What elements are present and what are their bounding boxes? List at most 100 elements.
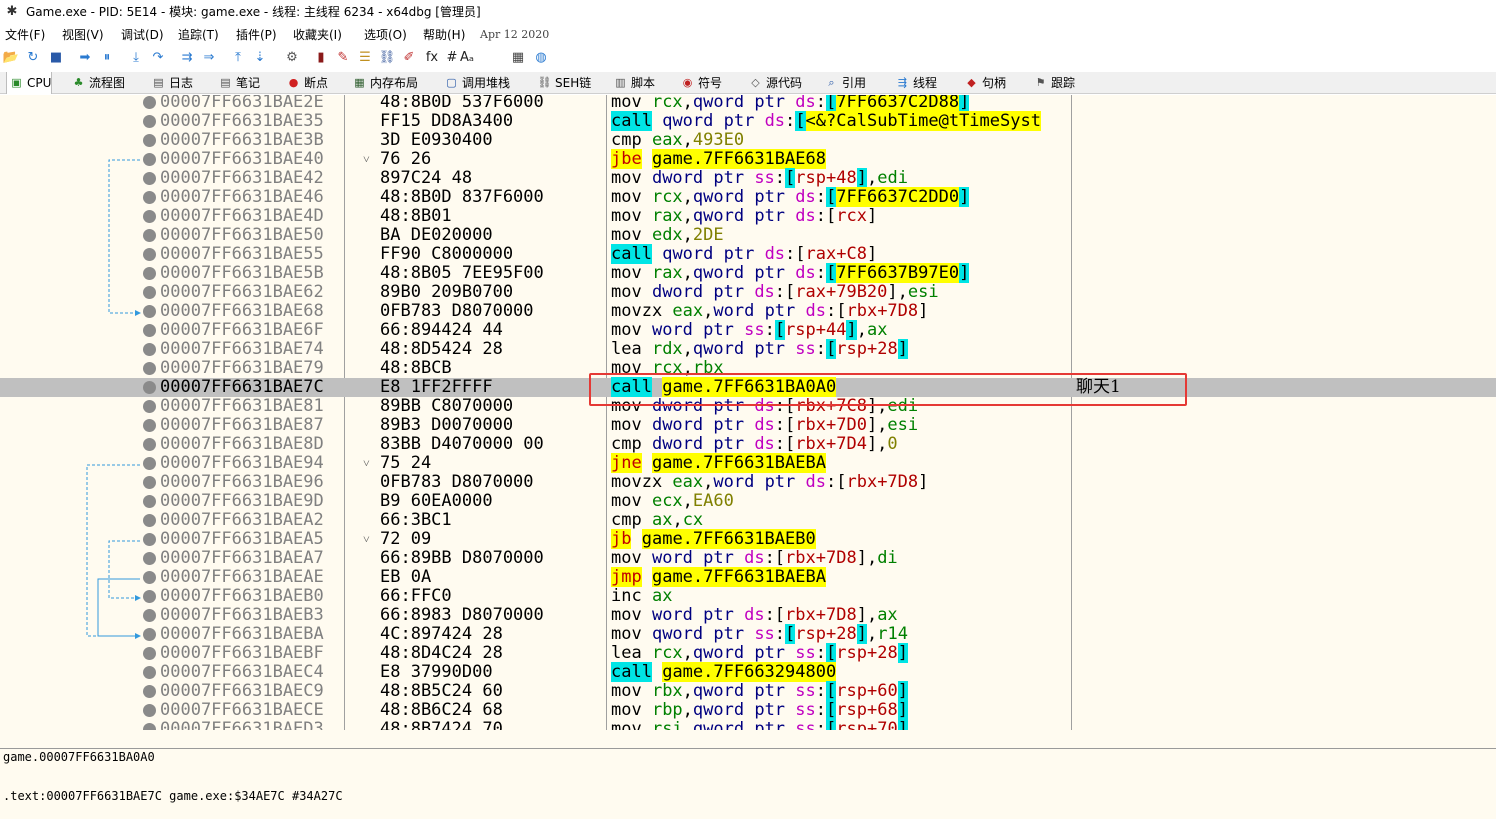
tab-notes[interactable]: ▤ 笔记 [216,72,260,94]
disasm-row[interactable]: 00007FF6631BAE9D B9 60EA0000 mov ecx,EA60 [0,492,1496,511]
breakpoint-dot-icon[interactable] [143,514,156,527]
tab-seh[interactable]: ⛓ SEH链 [535,72,592,94]
label-icon[interactable]: ✐ [400,49,418,67]
tab-breakpoint[interactable]: ● 断点 [284,72,328,94]
run-icon[interactable]: ➡ [76,49,94,67]
disasm-row[interactable]: 00007FF6631BAE87 89B3 D0070000 mov dword p… [0,416,1496,435]
tab-handles[interactable]: ◆ 句柄 [962,72,1006,94]
disasm-row[interactable]: 00007FF6631BAEA2 66:3BC1 cmp ax,cx [0,511,1496,530]
breakpoint-dot-icon[interactable] [143,267,156,280]
menu-item[interactable]: 帮助(H) [423,24,465,46]
disasm-row[interactable]: 00007FF6631BAE96 0FB783 D8070000 movzx eax… [0,473,1496,492]
pause-icon[interactable]: ⏸ [98,49,116,67]
tab-references[interactable]: ⌕ 引用 [822,72,866,94]
run-to-user-code-icon[interactable]: ⇣ [251,49,269,67]
breakpoint-dot-icon[interactable] [143,647,156,660]
breakpoint-dot-icon[interactable] [143,533,156,546]
disasm-row[interactable]: 00007FF6631BAEA5 ˅ 72 09 jb game.7FF6631BAE… [0,529,1496,549]
menu-item[interactable]: 插件(P) [236,24,277,46]
tab-log[interactable]: ▤ 日志 [149,72,193,94]
disasm-row[interactable]: 00007FF6631BAEB3 66:8983 D8070000 mov word… [0,606,1496,625]
open-folder-icon[interactable]: 📂 [2,49,20,67]
breakpoint-dot-icon[interactable] [143,381,156,394]
tab-call-stack[interactable]: ▢ 调用堆栈 [442,72,510,94]
disasm-row[interactable]: 00007FF6631BAE94 ˅ 75 24 jne game.7FF6631BA… [0,453,1496,473]
globe-icon[interactable]: ◍ [532,49,550,67]
function-icon[interactable]: fx [423,49,441,67]
tab-cpu[interactable]: ▣ CPU [6,72,53,94]
disasm-row[interactable]: 00007FF6631BAE40 ˅ 76 26 jbe game.7FF6631BA… [0,149,1496,169]
disasm-row[interactable]: 00007FF6631BAEBA 4C:897424 28 mov qword pt… [0,624,1496,644]
breakpoint-dot-icon[interactable] [143,571,156,584]
tab-graph[interactable]: ♣ 流程图 [69,72,125,94]
disasm-row[interactable]: 00007FF6631BAE6F 66:894424 44 mov word ptr… [0,320,1496,340]
disasm-row[interactable]: 00007FF6631BAEB0 66:FFC0 inc ax [0,587,1496,606]
menu-item[interactable]: 调试(D) [121,24,164,46]
disasm-row[interactable]: 00007FF6631BAE5B 48:8B05 7EE95F00 mov rax,… [0,263,1496,283]
calculator-icon[interactable]: ▦ [509,49,527,67]
breakpoint-dot-icon[interactable] [143,666,156,679]
menu-item[interactable]: 选项(O) [364,24,407,46]
comments-icon[interactable]: ☰ [356,49,374,67]
breakpoint-dot-icon[interactable] [143,343,156,356]
breakpoint-dot-icon[interactable] [143,134,156,147]
breakpoint-dot-icon[interactable] [143,438,156,451]
breakpoint-dot-icon[interactable] [143,96,156,109]
menu-item[interactable]: 视图(V) [62,24,104,46]
breakpoint-dot-icon[interactable] [143,704,156,717]
disasm-row[interactable]: 00007FF6631BAEAE EB 0A jmp game.7FF6631BAE… [0,567,1496,587]
tab-source[interactable]: ◇ 源代码 [746,72,802,94]
breakpoint-dot-icon[interactable] [143,495,156,508]
breakpoint-dot-icon[interactable] [143,419,156,432]
menu-item[interactable]: 文件(F) [5,24,45,46]
breakpoint-dot-icon[interactable] [143,286,156,299]
disasm-row[interactable]: 00007FF6631BAE46 48:8B0D 837F6000 mov rcx,… [0,187,1496,207]
breakpoint-dot-icon[interactable] [143,685,156,698]
tab-threads[interactable]: ⇶ 线程 [893,72,937,94]
breakpoint-dot-icon[interactable] [143,609,156,622]
disassembly-view[interactable]: 00007FF6631BAE2E 48:8B0D 537F6000 mov rcx,… [0,95,1496,748]
tab-trace[interactable]: ⚑ 跟踪 [1031,72,1075,94]
disasm-row[interactable]: 00007FF6631BAE2E 48:8B0D 537F6000 mov rcx,… [0,95,1496,112]
horizontal-scrollbar[interactable] [0,730,1496,748]
breakpoint-dot-icon[interactable] [143,457,156,470]
breakpoint-dot-icon[interactable] [143,172,156,185]
breakpoint-dot-icon[interactable] [143,400,156,413]
disasm-row[interactable]: 00007FF6631BAE8D 83BB D4070000 00 cmp dwor… [0,435,1496,454]
breakpoint-dot-icon[interactable] [143,590,156,603]
disasm-row[interactable]: 00007FF6631BAE74 48:8D5424 28 lea rdx,qwor… [0,339,1496,359]
tab-symbols[interactable]: ◉ 符号 [678,72,722,94]
breakpoint-dot-icon[interactable] [143,324,156,337]
scylla-icon[interactable]: ⚙ [283,49,301,67]
breakpoint-dot-icon[interactable] [143,115,156,128]
link-icon[interactable]: ⛓ [378,49,396,67]
breakpoint-dot-icon[interactable] [143,305,156,318]
trace-over-icon[interactable]: ⇒ [200,49,218,67]
disasm-row[interactable]: 00007FF6631BAE4D 48:8B01 mov rax,qword ptr… [0,207,1496,226]
step-over-icon[interactable]: ↷ [149,49,167,67]
breakpoint-dot-icon[interactable] [143,153,156,166]
breakpoint-dot-icon[interactable] [143,552,156,565]
disasm-row[interactable]: 00007FF6631BAE68 0FB783 D8070000 movzx eax… [0,302,1496,321]
tab-script[interactable]: ▥ 脚本 [611,72,655,94]
breakpoint-dot-icon[interactable] [143,191,156,204]
patch-icon[interactable]: ✎ [334,49,352,67]
disasm-row[interactable]: 00007FF6631BAE50 BA DE020000 mov edx,2DE [0,226,1496,245]
disasm-row[interactable]: 00007FF6631BAE35 FF15 DD8A3400 call qword … [0,111,1496,131]
disasm-row[interactable]: 00007FF6631BAE62 89B0 209B0700 mov dword p… [0,283,1496,302]
bookmark-icon[interactable]: ▮ [312,49,330,67]
tab-memory-map[interactable]: ▦ 内存布局 [350,72,418,94]
disasm-row[interactable]: 00007FF6631BAE3B 3D E0930400 cmp eax,493E0 [0,131,1496,150]
disasm-row[interactable]: 00007FF6631BAE42 897C24 48 mov dword ptr s… [0,168,1496,188]
breakpoint-dot-icon[interactable] [143,210,156,223]
restart-icon[interactable]: ↻ [24,49,42,67]
execute-till-return-icon[interactable]: ⤒ [229,49,247,67]
disasm-row[interactable]: 00007FF6631BAEC4 E8 37990D00 call game.7FF… [0,662,1496,682]
disasm-row[interactable]: 00007FF6631BAEC9 48:8B5C24 60 mov rbx,qwor… [0,681,1496,701]
disasm-row[interactable]: 00007FF6631BAEA7 66:89BB D8070000 mov word… [0,549,1496,568]
disasm-row[interactable]: 00007FF6631BAECE 48:8B6C24 68 mov rbp,qwor… [0,700,1496,720]
breakpoint-dot-icon[interactable] [143,229,156,242]
disasm-row[interactable]: 00007FF6631BAE55 FF90 C8000000 call qword … [0,244,1496,264]
step-into-icon[interactable]: ⤓ [127,49,145,67]
menu-item[interactable]: 收藏夹(I) [293,24,342,46]
